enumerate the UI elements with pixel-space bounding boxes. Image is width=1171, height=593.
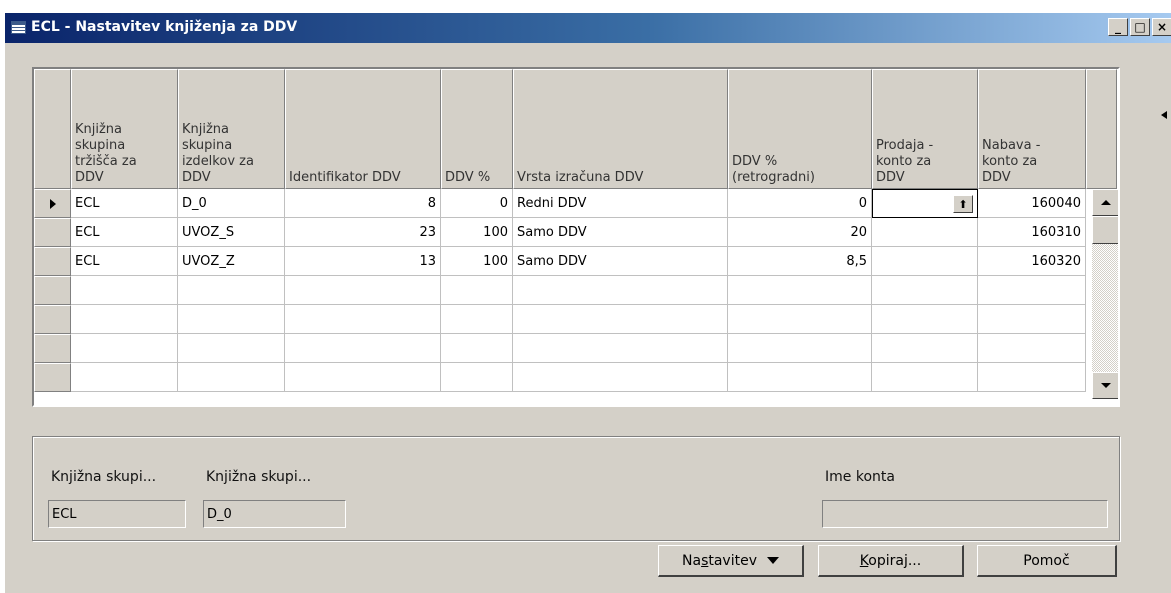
row-selector[interactable] <box>34 276 71 305</box>
product-group-label: Knjižna skupi... <box>206 469 312 485</box>
title-bar[interactable]: ECL - Nastavitev knjiženja za DDV _ □ × <box>5 13 1171 43</box>
grid-header: Knjižna skupina tržišča za DDV Knjižna s… <box>34 69 1117 189</box>
market-group-label: Knjižna skupi... <box>51 469 157 485</box>
maximize-icon: □ <box>1134 20 1146 34</box>
lookup-button[interactable]: ⬆ <box>953 195 973 213</box>
row-selector[interactable] <box>34 334 71 363</box>
cell-vat-percent-retro[interactable]: 0 <box>728 189 872 218</box>
help-button[interactable]: Pomoč <box>977 545 1117 577</box>
cell-calculation-type[interactable]: Redni DDV <box>513 189 728 218</box>
empty-row[interactable] <box>34 334 1086 363</box>
cell-market-group[interactable]: ECL <box>71 218 178 247</box>
cell-market-group[interactable]: ECL <box>71 247 178 276</box>
maximize-button[interactable]: □ <box>1130 18 1150 36</box>
cell-product-group[interactable]: UVOZ_Z <box>178 247 285 276</box>
cell-purchase-account[interactable]: 160310 <box>978 218 1086 247</box>
minimize-icon: _ <box>1115 20 1121 34</box>
row-selector[interactable] <box>34 247 71 276</box>
column-header-vat-identifier[interactable]: Identifikator DDV <box>285 69 441 189</box>
scroll-up-button[interactable] <box>1092 189 1118 216</box>
setup-button-label: Nastavitev <box>682 552 757 569</box>
close-icon: × <box>1156 20 1168 34</box>
row-selector-header[interactable] <box>34 69 71 189</box>
scroll-down-button[interactable] <box>1092 372 1118 399</box>
arrow-down-icon <box>1100 383 1111 388</box>
account-name-label: Ime konta <box>825 469 895 485</box>
scroll-header <box>1086 69 1117 189</box>
copy-button-label: Kopiraj... <box>859 552 922 569</box>
column-header-vat-percent-retro[interactable]: DDV % (retrogradni) <box>728 69 872 189</box>
dropdown-arrow-icon <box>767 557 779 564</box>
column-header-product-group[interactable]: Knjižna skupina izdelkov za DDV <box>178 69 285 189</box>
row-selector[interactable] <box>34 218 71 247</box>
table-row[interactable]: ECL UVOZ_Z 13 100 Samo DDV 8,5 160320 <box>34 247 1086 276</box>
cell-vat-percent[interactable]: 100 <box>441 218 513 247</box>
vertical-scrollbar[interactable] <box>1092 189 1118 399</box>
setup-menu-button[interactable]: Nastavitev <box>658 545 804 577</box>
cell-purchase-account[interactable]: 160040 <box>978 189 1086 218</box>
row-selector[interactable] <box>34 305 71 334</box>
column-header-vat-percent[interactable]: DDV % <box>441 69 513 189</box>
scroll-thumb[interactable] <box>1092 216 1118 244</box>
cell-sales-account[interactable]: ⬆ <box>872 189 978 218</box>
cell-purchase-account[interactable]: 160320 <box>978 247 1086 276</box>
column-header-market-group[interactable]: Knjižna skupina tržišča za DDV <box>71 69 178 189</box>
close-button[interactable]: × <box>1152 18 1171 36</box>
product-group-field[interactable]: D_0 <box>203 500 346 528</box>
row-selector[interactable] <box>34 363 71 392</box>
form-icon <box>11 21 26 34</box>
lookup-arrow-icon: ⬆ <box>958 197 968 211</box>
market-group-field[interactable]: ECL <box>48 500 186 528</box>
table-row[interactable]: ECL UVOZ_S 23 100 Samo DDV 20 160310 <box>34 218 1086 247</box>
arrow-up-icon <box>1100 200 1111 205</box>
cell-vat-percent-retro[interactable]: 20 <box>728 218 872 247</box>
account-name-field[interactable] <box>822 500 1108 528</box>
copy-button[interactable]: Kopiraj... <box>818 545 964 577</box>
column-header-sales-account[interactable]: Prodaja - konto za DDV <box>872 69 978 189</box>
empty-row[interactable] <box>34 305 1086 334</box>
cell-calculation-type[interactable]: Samo DDV <box>513 218 728 247</box>
cell-product-group[interactable]: D_0 <box>178 189 285 218</box>
cell-calculation-type[interactable]: Samo DDV <box>513 247 728 276</box>
cell-product-group[interactable]: UVOZ_S <box>178 218 285 247</box>
cell-vat-identifier[interactable]: 23 <box>285 218 441 247</box>
vat-posting-setup-grid[interactable]: Knjižna skupina tržišča za DDV Knjižna s… <box>32 67 1120 407</box>
window-title: ECL - Nastavitev knjiženja za DDV <box>31 19 298 35</box>
minimize-button[interactable]: _ <box>1108 18 1128 36</box>
cell-vat-percent[interactable]: 100 <box>441 247 513 276</box>
empty-row[interactable] <box>34 276 1086 305</box>
column-header-purchase-account[interactable]: Nabava - konto za DDV <box>978 69 1086 189</box>
window: ECL - Nastavitev knjiženja za DDV _ □ × … <box>4 12 1171 593</box>
column-header-calculation-type[interactable]: Vrsta izračuna DDV <box>513 69 728 189</box>
cell-vat-percent-retro[interactable]: 8,5 <box>728 247 872 276</box>
empty-row[interactable] <box>34 363 1086 392</box>
cell-vat-identifier[interactable]: 8 <box>285 189 441 218</box>
row-selector[interactable] <box>34 189 71 218</box>
cell-sales-account[interactable] <box>872 218 978 247</box>
table-row[interactable]: ECL D_0 8 0 Redni DDV 0 ⬆ 160040 <box>34 189 1086 218</box>
pointer-arrow-icon <box>1161 111 1167 119</box>
cell-sales-account[interactable] <box>872 247 978 276</box>
cell-vat-percent[interactable]: 0 <box>441 189 513 218</box>
cell-market-group[interactable]: ECL <box>71 189 178 218</box>
details-panel: Knjižna skupi... ECL Knjižna skupi... D_… <box>32 436 1120 541</box>
cell-vat-identifier[interactable]: 13 <box>285 247 441 276</box>
current-row-pointer-icon <box>49 198 56 209</box>
